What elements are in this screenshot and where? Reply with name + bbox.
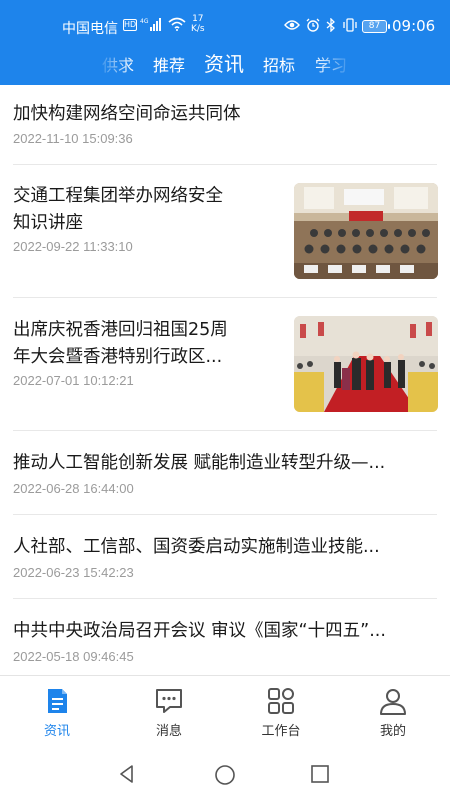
news-item[interactable]: 交通工程集团举办网络安全 知识讲座 2022-09-22 11:33:10: [0, 165, 450, 298]
news-title-line: 知识讲座: [13, 213, 83, 233]
news-title: 推动人工智能创新发展 赋能制造业转型升级—...: [13, 450, 385, 477]
nav-item-news[interactable]: 资讯: [17, 686, 97, 739]
nav-item-workbench[interactable]: 工作台: [241, 686, 321, 739]
category-tabs: 供求 推荐 资讯 招标 学习: [0, 46, 450, 80]
news-date: 2022-11-10 15:09:36: [13, 131, 133, 146]
news-date: 2022-06-23 15:42:23: [13, 565, 134, 580]
alarm-icon: [306, 18, 320, 32]
signal-icon: 4G: [140, 18, 161, 31]
news-title-line: 推动人工智能创新发展 赋能制造业转型升级—...: [13, 453, 386, 473]
vibrate-icon: [343, 18, 357, 32]
net-type-label: 4G: [140, 18, 149, 25]
speed-unit: K/s: [191, 24, 205, 34]
recents-icon[interactable]: [311, 765, 329, 783]
tab-supply-demand[interactable]: 供求: [102, 52, 134, 76]
status-time: 09:06: [392, 17, 436, 35]
news-title: 交通工程集团举办网络安全 知识讲座: [13, 183, 223, 237]
ceremony-red-carpet-photo: [294, 316, 438, 412]
nav-label: 我的: [379, 724, 406, 739]
news-item[interactable]: 中共中央政治局召开会议 审议《国家“十四五”... 2022-05-18 09:…: [0, 599, 450, 675]
news-item[interactable]: 出席庆祝香港回归祖国25周 年大会暨香港特别行政区... 2022-07-01 …: [0, 298, 450, 431]
workbench-grid-icon: [268, 688, 294, 714]
nav-label: 工作台: [261, 724, 301, 739]
system-nav-bar: [0, 748, 450, 800]
hd-badge: HD: [123, 19, 137, 31]
news-title-line: 人社部、工信部、国资委启动实施制造业技能...: [13, 537, 380, 557]
news-title: 人社部、工信部、国资委启动实施制造业技能...: [13, 534, 380, 561]
news-title-line: 年大会暨香港特别行政区...: [13, 347, 223, 367]
news-item[interactable]: 人社部、工信部、国资委启动实施制造业技能... 2022-06-23 15:42…: [0, 515, 450, 599]
news-title: 中共中央政治局召开会议 审议《国家“十四五”...: [13, 618, 386, 645]
tab-recommend[interactable]: 推荐: [153, 52, 185, 76]
news-thumbnail: [294, 316, 438, 412]
news-title-line: 加快构建网络空间命运共同体: [13, 104, 241, 124]
news-title-line: 出席庆祝香港回归祖国25周: [13, 320, 228, 340]
conference-room-photo: [294, 183, 438, 279]
news-item[interactable]: 推动人工智能创新发展 赋能制造业转型升级—... 2022-06-28 16:4…: [0, 431, 450, 515]
tab-bidding[interactable]: 招标: [263, 52, 295, 76]
tab-learning[interactable]: 学习: [315, 52, 347, 76]
bluetooth-icon: [326, 18, 335, 32]
eye-icon: [284, 20, 300, 30]
nav-item-messages[interactable]: 消息: [129, 686, 209, 739]
nav-label: 消息: [155, 724, 182, 739]
nav-label: 资讯: [43, 724, 70, 739]
news-thumbnail: [294, 183, 438, 279]
news-title: 出席庆祝香港回归祖国25周 年大会暨香港特别行政区...: [13, 317, 228, 371]
news-date: 2022-05-18 09:46:45: [13, 649, 134, 664]
network-speed: 17 K/s: [191, 14, 205, 34]
battery-indicator: 87: [362, 20, 390, 33]
status-icons: [284, 18, 358, 32]
news-date: 2022-09-22 11:33:10: [13, 239, 133, 254]
tab-news[interactable]: 资讯: [204, 48, 244, 77]
back-icon[interactable]: [117, 764, 137, 784]
message-bubble-icon: [156, 689, 182, 713]
news-title: 加快构建网络空间命运共同体: [13, 101, 241, 128]
wifi-icon: [168, 17, 186, 31]
speed-value: 17: [192, 14, 204, 24]
nav-item-profile[interactable]: 我的: [353, 686, 433, 739]
news-document-icon: [48, 689, 67, 713]
news-title-line: 中共中央政治局召开会议 审议《国家“十四五”...: [13, 621, 386, 641]
carrier-name: 中国电信: [62, 21, 118, 37]
news-date: 2022-07-01 10:12:21: [13, 373, 134, 388]
profile-person-icon: [380, 689, 406, 715]
bottom-nav: 资讯 消息 工作台 我的: [0, 675, 450, 747]
news-date: 2022-06-28 16:44:00: [13, 481, 134, 496]
news-item[interactable]: 加快构建网络空间命运共同体 2022-11-10 15:09:36: [0, 85, 450, 165]
home-icon[interactable]: [214, 764, 236, 786]
news-title-line: 交通工程集团举办网络安全: [13, 186, 223, 206]
status-bar: 中国电信 HD 4G 17 K/s 87 09:06: [0, 0, 450, 40]
app-header: 中国电信 HD 4G 17 K/s 87 09:06 供求 推荐 资讯 招标 学…: [0, 0, 450, 85]
